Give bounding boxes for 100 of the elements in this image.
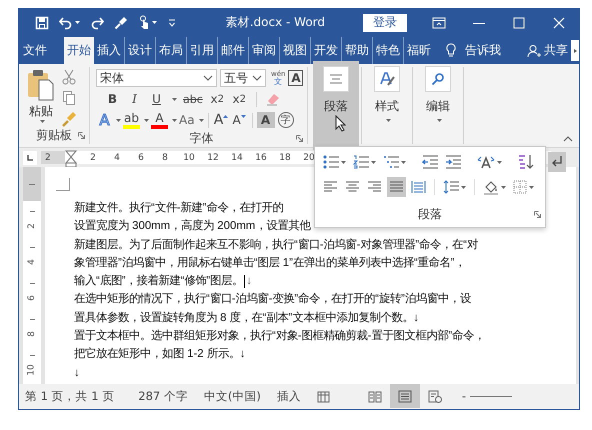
caret-icon[interactable] [144,118,149,122]
view-button[interactable] [390,384,420,408]
text-line: 置于文本框中。选中群组矩形对象，执行“对象-图框精确剪裁-置于图文框内部”命令， [74,328,486,344]
caret-icon[interactable] [152,21,157,24]
caret-icon[interactable] [172,118,177,122]
web-layout-icon [428,390,442,402]
caret-icon[interactable] [501,186,506,188]
caret-icon[interactable] [371,160,376,164]
share-button[interactable]: 共享 [544,42,568,59]
maximize-icon[interactable] [512,16,526,28]
font-size-field[interactable]: 五号 [220,69,266,87]
ribbon-tab[interactable]: 开始 [64,37,94,64]
ruler-number: 10 [182,152,196,162]
font-button[interactable]: A [151,111,168,129]
page-count: 第 1 页，共 1 页 [25,388,114,404]
font-button[interactable]: 字 [278,112,294,128]
caret-icon[interactable] [116,118,121,122]
customize-icon[interactable] [167,18,177,26]
character-border-button[interactable]: A [288,70,304,86]
caret-icon[interactable] [461,186,466,188]
read-mode-icon [368,390,382,402]
paste-button[interactable]: 粘贴 [29,103,53,120]
caret-icon[interactable] [529,186,534,188]
text-line: ↓ [74,366,80,381]
format-button[interactable]: U [148,90,165,108]
save-icon[interactable] [35,16,49,30]
touch-icon[interactable] [138,15,150,30]
tell-me-link[interactable]: 告诉我 [465,42,501,59]
font-button[interactable]: A [230,112,248,128]
dialog-launcher-icon[interactable] [78,132,85,139]
ruler-number: 4 [113,152,121,162]
show-marks-button[interactable] [548,152,566,172]
scroll-right-icon[interactable] [571,48,579,54]
paint-bucket-icon [483,180,499,194]
bullets-icon [323,155,339,169]
ribbon-display-icon[interactable] [432,16,446,28]
caret-icon[interactable] [172,98,177,100]
close-icon[interactable] [552,16,566,28]
paste-icon[interactable] [27,69,55,101]
multilevel-list-icon [383,155,399,169]
group-button[interactable]: 段落 [313,61,359,150]
insert-mode-status[interactable]: 插入 [276,388,301,404]
print-layout-icon [398,390,412,402]
person-icon [527,44,541,58]
format-button[interactable]: I [126,90,143,108]
lightbulb-icon [446,43,456,58]
font-name-field[interactable]: 宋体 [96,69,217,87]
undo-icon[interactable] [59,16,73,30]
word-count: 287 个字 [138,388,188,404]
font-button[interactable]: A [256,112,275,128]
font-button[interactable]: A [212,112,230,128]
tab-stop-icon[interactable] [26,154,34,162]
clear-formatting-icon[interactable] [264,92,281,106]
ribbon-tab[interactable]: 文件 [23,37,64,64]
align-button[interactable] [387,177,406,197]
ruler-number: 20 [302,152,316,162]
zoom-out-button[interactable]: - [462,389,466,403]
styles-icon [379,71,395,87]
decrease-indent-icon [422,155,438,169]
align-icon [345,180,360,194]
dialog-launcher-icon[interactable] [534,211,541,218]
font-button[interactable]: ab [123,111,140,129]
caret-icon[interactable] [198,118,204,122]
caret-icon[interactable] [75,21,80,24]
dialog-launcher-icon[interactable] [296,135,303,142]
copy-icon[interactable] [62,90,76,106]
font-button[interactable]: Aa [178,112,196,128]
down-triangle-icon [240,114,246,118]
ribbon-tab[interactable]: 插入 [94,37,124,64]
indent-marker-icon[interactable] [65,150,77,168]
caret-icon[interactable] [341,160,346,164]
sign-in-button[interactable]: 登录 [363,14,407,32]
caret-icon[interactable] [386,119,390,122]
ruler-number: 10 [27,364,37,376]
macro-icon[interactable] [316,390,330,402]
cut-icon[interactable] [62,69,76,85]
align-icon [411,180,426,194]
ruler-number: 18 [278,152,292,162]
sort-button[interactable] [516,152,536,172]
sort-icon [518,154,534,170]
brush-icon[interactable] [114,16,128,30]
text-line: 在选中矩形的情况下，执行“窗口-泊坞窗-变换”命令，在打开的“旋转”泊坞窗中，设 [74,291,471,308]
collapse-ribbon-icon[interactable] [563,136,573,142]
caret-icon[interactable] [401,160,406,164]
ruler-number: 6 [27,295,37,301]
ruler-number: 16 [254,152,268,162]
show-marks-icon [550,155,564,169]
redo-icon[interactable] [90,16,104,30]
paragraph-mark: ↓ [246,274,252,290]
format-button[interactable]: abc [182,90,204,108]
caret-icon[interactable] [436,119,442,122]
caret-icon[interactable] [497,160,502,164]
up-triangle-icon [223,114,228,118]
group-button[interactable]: 样式 [364,61,410,150]
paragraph-icon [329,73,343,85]
language-status[interactable]: 中文(中国) [204,388,261,404]
group-button[interactable]: 编辑 [415,61,461,150]
caret-icon[interactable] [40,120,44,123]
text-line: 输入“底图”，接着新建“修饰”图层。 [74,273,244,290]
format-button[interactable]: B [104,90,121,108]
